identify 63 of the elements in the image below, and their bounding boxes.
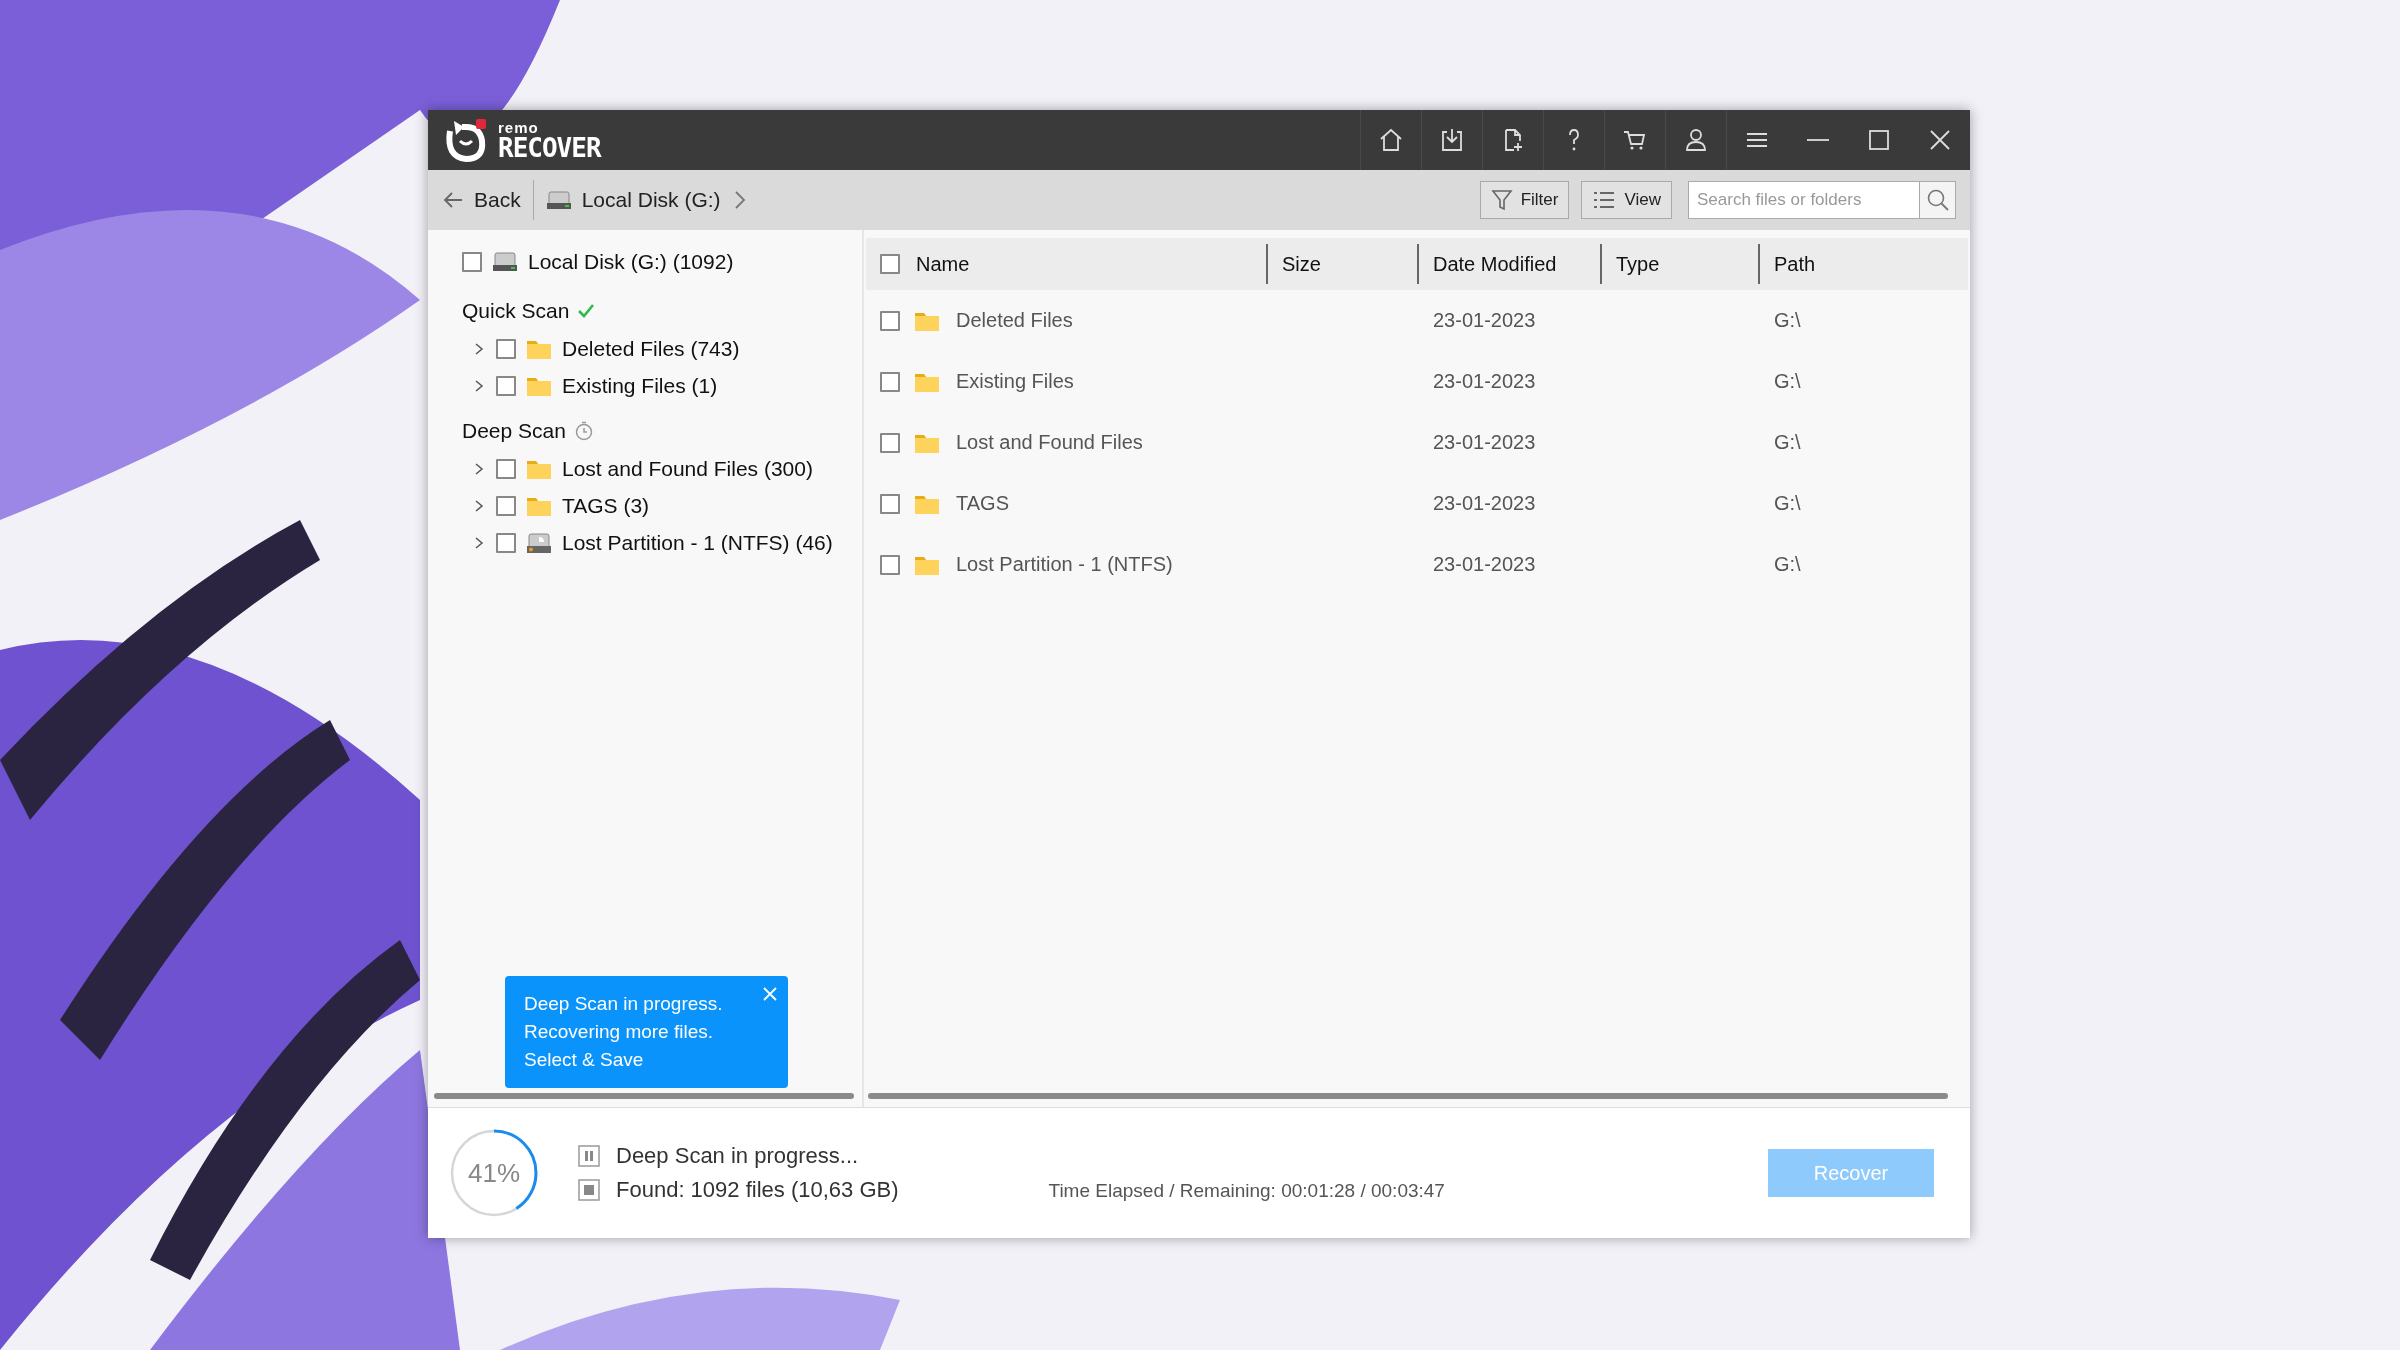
search-field[interactable]: Search files or folders xyxy=(1688,181,1920,219)
table-cell: TAGS xyxy=(956,492,1009,515)
scrollbar[interactable] xyxy=(868,1093,1948,1099)
section-heading: Deep Scan xyxy=(462,419,566,443)
table-cell: 23-01-2023 xyxy=(1433,370,1536,392)
tree-item-label[interactable]: Lost and Found Files (300) xyxy=(562,456,813,481)
table-cell: Existing Files xyxy=(956,370,1074,393)
table-cell: G:\ xyxy=(1774,370,1801,392)
checkbox[interactable] xyxy=(496,458,516,479)
time-readout: Time Elapsed / Remaining: 00:01:28 / 00:03:47 xyxy=(1048,1180,1445,1202)
pause-icon[interactable] xyxy=(578,1145,600,1167)
drive-icon xyxy=(545,189,572,211)
tree-item-label[interactable]: Existing Files (1) xyxy=(562,373,718,398)
table-cell: Deleted Files xyxy=(956,309,1073,332)
table-cell: 23-01-2023 xyxy=(1433,492,1536,514)
table-cell: G:\ xyxy=(1774,309,1801,331)
checkbox[interactable] xyxy=(496,375,516,396)
scan-status: Deep Scan in progress... xyxy=(616,1143,859,1169)
search-icon[interactable] xyxy=(1925,188,1950,212)
row-checkbox[interactable] xyxy=(880,493,900,514)
column-header[interactable]: Date Modified xyxy=(1433,252,1557,276)
filter-button[interactable]: Filter xyxy=(1479,181,1570,219)
logo-wordmark-top: remo xyxy=(498,119,540,135)
toast-message: Deep Scan in progress. Recovering more files. Select & Save xyxy=(505,976,788,1088)
list-icon xyxy=(1592,189,1617,211)
chevron-icon xyxy=(732,189,747,211)
progress-percent: 41% xyxy=(466,1157,521,1190)
drive-icon xyxy=(492,251,518,273)
row-checkbox[interactable] xyxy=(880,371,900,392)
row-checkbox[interactable] xyxy=(880,432,900,453)
logo-wordmark: RECOVER xyxy=(498,134,601,161)
funnel-icon xyxy=(1490,188,1513,212)
table-cell: 23-01-2023 xyxy=(1433,553,1536,575)
column-header[interactable]: Size xyxy=(1282,252,1321,276)
tree-item-label[interactable]: Local Disk (G:) (1092) xyxy=(528,250,734,274)
column-header[interactable]: Type xyxy=(1616,252,1660,276)
scrollbar[interactable] xyxy=(434,1093,854,1099)
tree-item-label[interactable]: Lost Partition - 1 (NTFS) (46) xyxy=(562,530,833,555)
table-cell: G:\ xyxy=(1774,431,1801,453)
checkbox[interactable] xyxy=(462,252,482,272)
column-header[interactable]: Path xyxy=(1774,252,1816,276)
table-cell: G:\ xyxy=(1774,553,1801,575)
row-checkbox[interactable] xyxy=(880,310,900,331)
table-cell: 23-01-2023 xyxy=(1433,309,1536,331)
breadcrumb-link[interactable]: Local Disk (G:) xyxy=(545,188,721,212)
table-cell: 23-01-2023 xyxy=(1433,431,1536,453)
table-cell: G:\ xyxy=(1774,492,1801,514)
found-count: Found: 1092 files (10,63 GB) xyxy=(616,1177,899,1203)
stop-icon[interactable] xyxy=(578,1179,600,1201)
tree-item-label[interactable]: TAGS (3) xyxy=(562,493,650,518)
table-cell: Lost and Found Files xyxy=(956,431,1143,454)
view-button[interactable]: View xyxy=(1581,181,1672,219)
checkbox[interactable] xyxy=(496,338,516,359)
tree-item-label[interactable]: Deleted Files (743) xyxy=(562,336,740,361)
column-header[interactable]: Name xyxy=(916,252,970,276)
checkbox[interactable] xyxy=(496,532,516,553)
select-all-checkbox[interactable] xyxy=(880,254,900,274)
section-heading: Quick Scan xyxy=(462,299,570,323)
partition-drive-icon xyxy=(526,530,552,555)
back-button[interactable]: Back xyxy=(442,188,521,212)
table-cell: Lost Partition - 1 (NTFS) xyxy=(956,553,1173,576)
checkbox[interactable] xyxy=(496,495,516,516)
row-checkbox[interactable] xyxy=(880,554,900,575)
